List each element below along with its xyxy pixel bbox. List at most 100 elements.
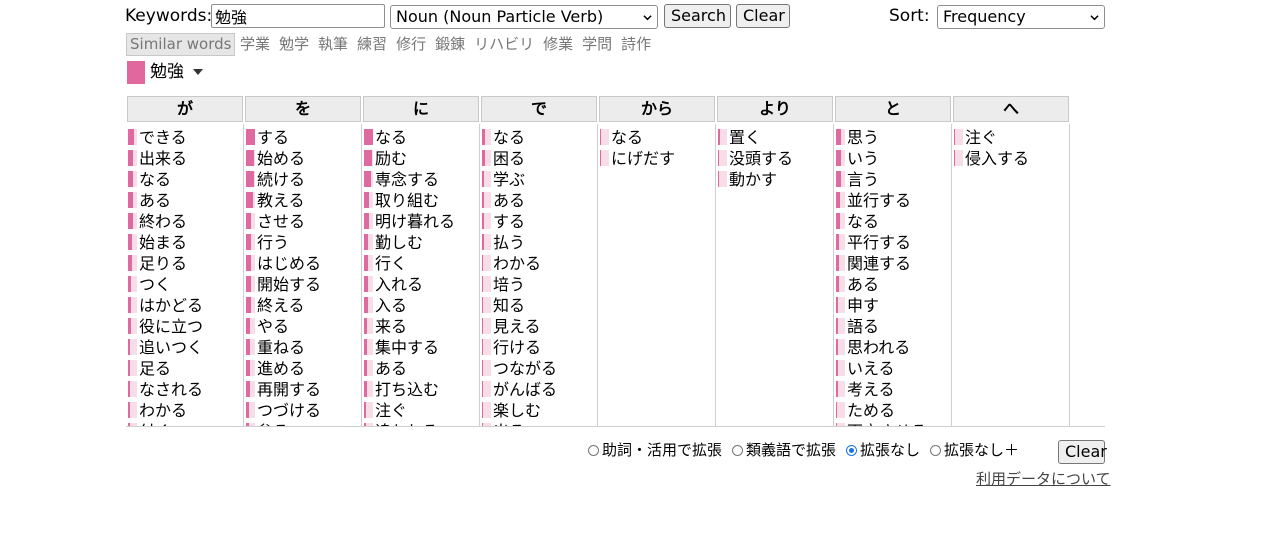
- search-button[interactable]: Search: [664, 4, 731, 28]
- collocation-item[interactable]: 侵入する: [954, 148, 1069, 169]
- clear-button[interactable]: Clear: [736, 4, 790, 28]
- similar-word-link[interactable]: 鍛錬: [435, 35, 465, 53]
- particle-header[interactable]: を: [245, 96, 361, 122]
- keyword-input[interactable]: [211, 4, 385, 28]
- collocation-word[interactable]: 出来る: [139, 148, 187, 169]
- collocation-item[interactable]: 楽しむ: [482, 400, 597, 421]
- collocation-word[interactable]: なる: [493, 127, 525, 148]
- similar-word-link[interactable]: 詩作: [621, 35, 651, 53]
- collocation-item[interactable]: 申す: [836, 295, 951, 316]
- collocation-item[interactable]: なる: [128, 169, 243, 190]
- collocation-item[interactable]: 平行する: [836, 232, 951, 253]
- collocation-word[interactable]: 終える: [257, 295, 305, 316]
- collocation-item[interactable]: 教える: [246, 190, 361, 211]
- sort-select[interactable]: Frequency: [937, 5, 1105, 29]
- similar-word-link[interactable]: 学問: [582, 35, 612, 53]
- expansion-option[interactable]: 助詞・活用で拡張: [588, 441, 722, 459]
- collocation-item[interactable]: 培う: [482, 274, 597, 295]
- collocation-word[interactable]: 知る: [493, 295, 525, 316]
- collocation-item[interactable]: ある: [836, 274, 951, 295]
- collocation-item[interactable]: なる: [482, 127, 597, 148]
- collocation-word[interactable]: 語る: [847, 316, 879, 337]
- collocation-word[interactable]: 足る: [139, 358, 171, 379]
- collocation-item[interactable]: ある: [128, 190, 243, 211]
- radio-checked-icon[interactable]: [846, 444, 858, 456]
- collocation-word[interactable]: 教える: [257, 190, 305, 211]
- collocation-word[interactable]: なる: [139, 169, 171, 190]
- particle-header[interactable]: から: [599, 96, 715, 122]
- collocation-word[interactable]: 始める: [257, 148, 305, 169]
- similar-word-link[interactable]: 学業: [240, 35, 270, 53]
- collocation-word[interactable]: にげだす: [611, 148, 675, 169]
- collocation-item[interactable]: 行ける: [482, 337, 597, 358]
- collocation-word[interactable]: わかる: [493, 253, 541, 274]
- collocation-item[interactable]: 足る: [128, 358, 243, 379]
- collocation-word[interactable]: はかどる: [139, 295, 203, 316]
- about-data-link[interactable]: 利用データについて: [976, 470, 1111, 488]
- collocation-word[interactable]: 行う: [257, 232, 289, 253]
- collocation-word[interactable]: 払う: [493, 232, 525, 253]
- collocation-item[interactable]: 始める: [246, 148, 361, 169]
- collocation-word[interactable]: 続ける: [257, 169, 305, 190]
- collocation-item[interactable]: ためる: [836, 400, 951, 421]
- collocation-item[interactable]: 集中する: [364, 337, 479, 358]
- collocation-word[interactable]: 注ぐ: [965, 127, 997, 148]
- collocation-word[interactable]: できる: [139, 127, 187, 148]
- collocation-item[interactable]: なる: [600, 127, 715, 148]
- collocation-word[interactable]: 動かす: [729, 169, 777, 190]
- collocation-item[interactable]: 思われる: [836, 337, 951, 358]
- collocation-item[interactable]: 来る: [364, 316, 479, 337]
- similar-word-link[interactable]: 修業: [543, 35, 573, 53]
- collocation-item[interactable]: 行く: [364, 253, 479, 274]
- collocation-item[interactable]: 専念する: [364, 169, 479, 190]
- collocation-item[interactable]: つく: [128, 274, 243, 295]
- collocation-item[interactable]: 並行する: [836, 190, 951, 211]
- collocation-word[interactable]: はじめる: [257, 253, 321, 274]
- collocation-item[interactable]: いえる: [836, 358, 951, 379]
- collocation-word[interactable]: 来る: [375, 316, 407, 337]
- collocation-item[interactable]: 再開する: [246, 379, 361, 400]
- similar-word-link[interactable]: 執筆: [318, 35, 348, 53]
- collocation-word[interactable]: 平行する: [847, 232, 911, 253]
- collocation-item[interactable]: 動かす: [718, 169, 833, 190]
- collocation-item[interactable]: 行う: [246, 232, 361, 253]
- collocation-word[interactable]: ある: [139, 190, 171, 211]
- collocation-word[interactable]: させる: [257, 211, 305, 232]
- collocation-item[interactable]: 入れる: [364, 274, 479, 295]
- collocation-item[interactable]: 励む: [364, 148, 479, 169]
- collocation-item[interactable]: わかる: [482, 253, 597, 274]
- collocation-item[interactable]: 語る: [836, 316, 951, 337]
- collocation-item[interactable]: つながる: [482, 358, 597, 379]
- collocation-item[interactable]: にげだす: [600, 148, 715, 169]
- collocation-item[interactable]: 注ぐ: [364, 400, 479, 421]
- collocation-word[interactable]: する: [257, 127, 289, 148]
- collocation-item[interactable]: がんばる: [482, 379, 597, 400]
- collocation-item[interactable]: 置く: [718, 127, 833, 148]
- caret-down-icon[interactable]: [193, 69, 203, 75]
- collocation-word[interactable]: 足りる: [139, 253, 187, 274]
- collocation-word[interactable]: ある: [847, 274, 879, 295]
- collocation-item[interactable]: 考える: [836, 379, 951, 400]
- collocation-word[interactable]: 注ぐ: [375, 400, 407, 421]
- collocation-word[interactable]: 勤しむ: [375, 232, 423, 253]
- collocation-item[interactable]: 足りる: [128, 253, 243, 274]
- collocation-word[interactable]: がんばる: [493, 379, 557, 400]
- collocation-item[interactable]: 見える: [482, 316, 597, 337]
- collocation-word[interactable]: 明け暮れる: [375, 211, 455, 232]
- collocation-item[interactable]: 学ぶ: [482, 169, 597, 190]
- collocation-item[interactable]: つづける: [246, 400, 361, 421]
- collocation-item[interactable]: 打ち込む: [364, 379, 479, 400]
- collocation-word[interactable]: ためる: [847, 400, 895, 421]
- collocation-word[interactable]: 専念する: [375, 169, 439, 190]
- collocation-word[interactable]: つく: [139, 274, 171, 295]
- collocation-item[interactable]: 終える: [246, 295, 361, 316]
- collocation-word[interactable]: 取り組む: [375, 190, 439, 211]
- similar-word-link[interactable]: 練習: [357, 35, 387, 53]
- collocation-item[interactable]: 思う: [836, 127, 951, 148]
- collocation-word[interactable]: 培う: [493, 274, 525, 295]
- collocation-word[interactable]: 役に立つ: [139, 316, 203, 337]
- radio-unchecked-icon[interactable]: [930, 444, 942, 456]
- collocation-word[interactable]: 入る: [375, 295, 407, 316]
- collocation-item[interactable]: 勤しむ: [364, 232, 479, 253]
- collocation-item[interactable]: 没頭する: [718, 148, 833, 169]
